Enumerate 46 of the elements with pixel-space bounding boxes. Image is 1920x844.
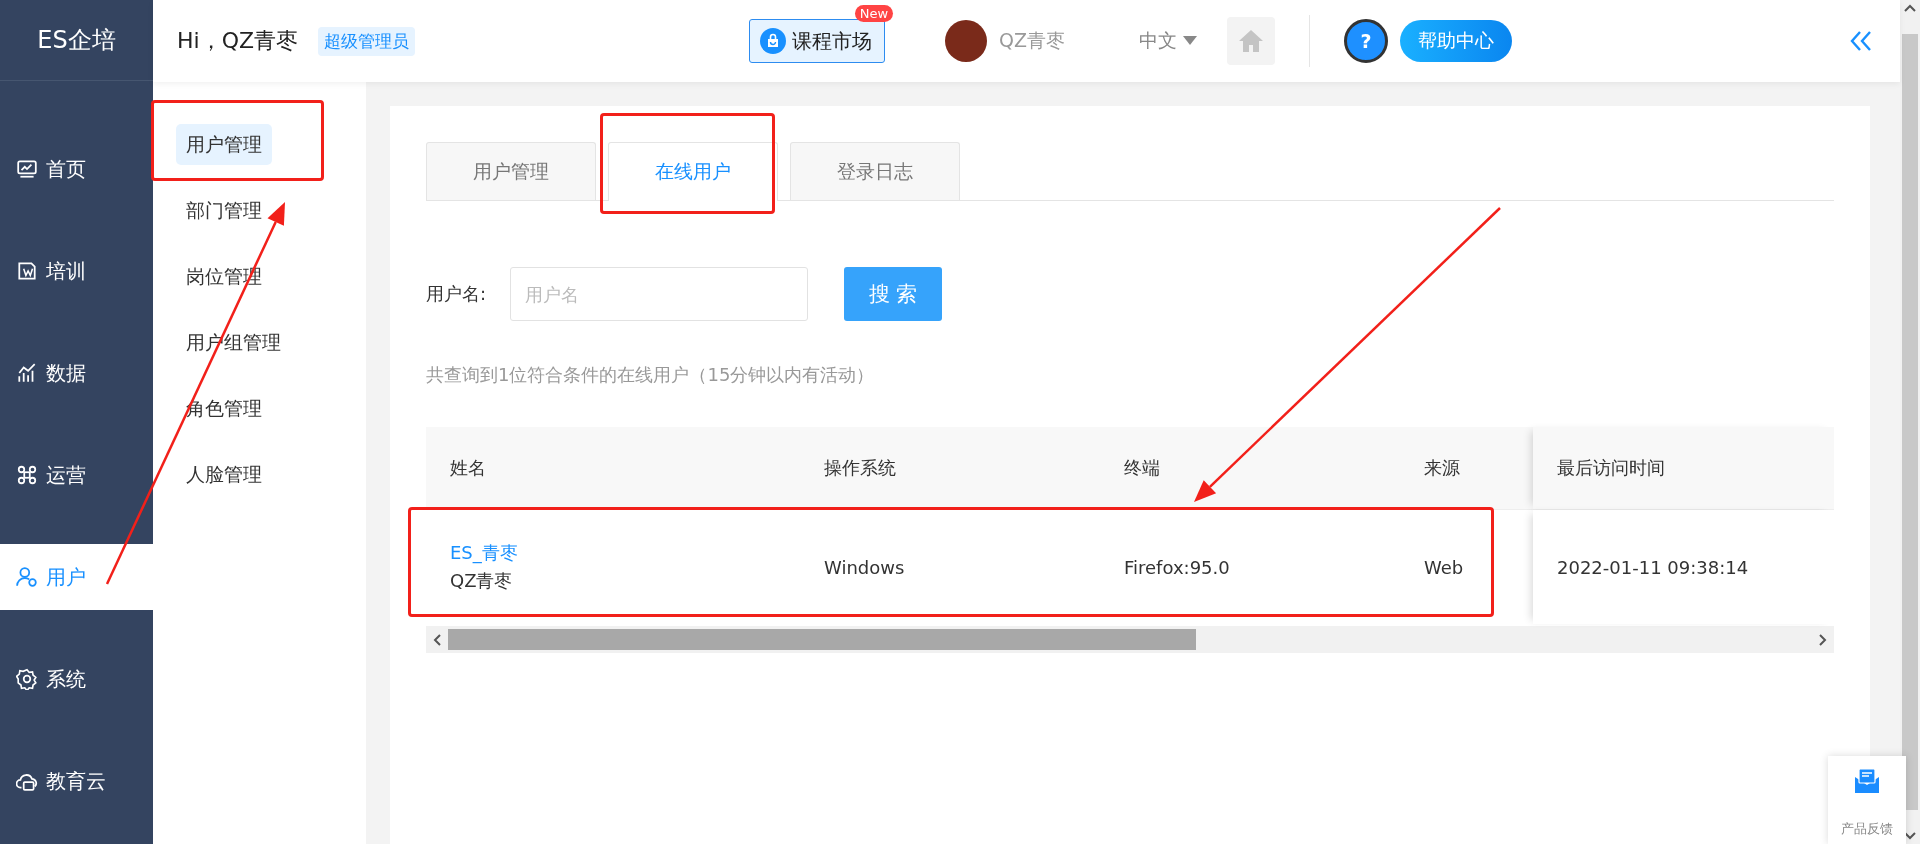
username-input[interactable]: 用户名 [510,267,808,321]
command-icon [16,464,38,486]
scroll-up-icon[interactable] [1904,4,1916,12]
nav-item[interactable]: 数据 [0,340,153,406]
bar-chart-icon [16,362,38,384]
table-cell-text: QZ青枣 [450,569,514,593]
nav-item[interactable]: 系统 [0,646,153,712]
column-header: 来源 [1424,456,1461,480]
avatar[interactable] [945,20,988,62]
collapse-icon[interactable] [1850,30,1872,52]
table-cell-text: Windows [824,556,906,578]
scroll-down-icon[interactable] [1904,832,1916,840]
column-header: 终端 [1124,456,1161,480]
submenu-item[interactable]: 部门管理 [176,190,272,231]
nav-item[interactable]: 教育云 [0,748,153,814]
table-cell-text: 2022-01-11 09:38:14 [1557,556,1750,578]
language-dropdown[interactable]: 中文 [1139,28,1198,54]
tab[interactable]: 用户管理 [426,142,596,200]
user-gear-icon [16,566,38,588]
caret-icon [1183,36,1198,46]
feedback-button[interactable]: 产品反馈 [1828,756,1906,844]
tab[interactable]: 登录日志 [790,142,960,200]
column-header: 操作系统 [824,456,897,480]
nav-item[interactable]: 首页 [0,136,153,202]
submenu-item[interactable]: 人脸管理 [176,454,272,495]
mail-icon [1854,768,1880,794]
table-cell-text: Web [1424,556,1465,578]
course-market-button[interactable]: 课程市场 [749,19,886,63]
page-scrollbar[interactable] [1902,34,1918,810]
submenu-item[interactable]: 用户管理 [176,124,272,165]
column-header: 最后访问时间 [1557,456,1666,480]
greeting-text: Hi，QZ青枣 [177,27,299,55]
column-header: 姓名 [450,456,487,480]
home-icon [1238,29,1265,53]
role-badge: 超级管理员 [318,26,416,56]
settings-icon [16,668,38,690]
new-badge: New [854,5,894,22]
shopping-bag-icon [760,28,787,54]
table-cell-text: Firefox:95.0 [1124,556,1231,578]
nav-item[interactable]: 运营 [0,442,153,508]
chart-monitor-icon [16,158,38,180]
field-label: 用户名: [426,282,488,306]
horizontal-scrollbar[interactable] [426,626,1834,653]
nav-item[interactable]: 培训 [0,238,153,304]
book-icon [16,260,38,282]
result-summary: 共查询到1位符合条件的在线用户（15分钟以内有活动） [426,363,876,387]
